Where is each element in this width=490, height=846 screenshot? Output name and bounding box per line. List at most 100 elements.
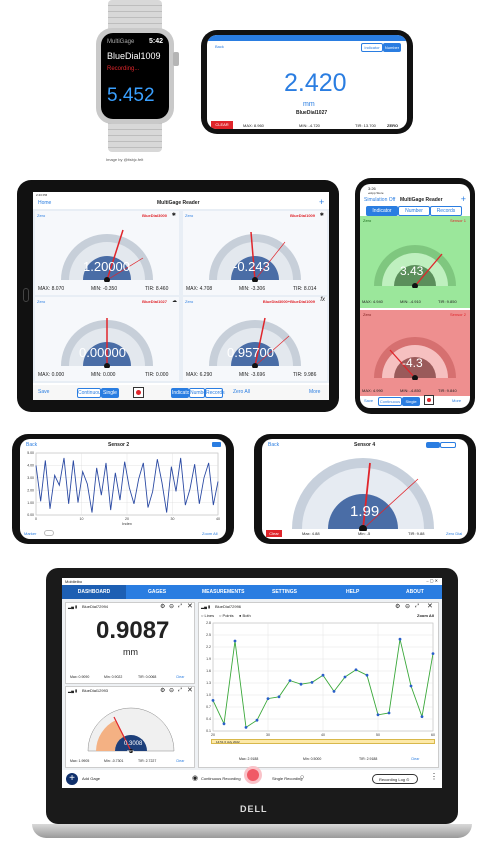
tab-number[interactable]: Number [383,43,401,52]
share-icon[interactable] [212,442,221,447]
add-button[interactable]: + [319,197,324,207]
zero-all-button[interactable]: Zero All [233,389,250,395]
single-button[interactable]: Single [402,397,420,406]
add-gage-label: Add Gage [82,776,101,781]
close-icon[interactable]: ✕ [427,602,433,610]
zero-link[interactable]: Zero [185,213,193,218]
settings-icon[interactable]: ⚙ [395,603,400,610]
time-range-bar[interactable]: 14:51 6 July 2022 [211,739,435,744]
settings-icon[interactable]: ⚙ [160,687,165,694]
radio-both[interactable]: ● Both [239,613,251,618]
window-controls[interactable]: – ▢ ✕ [426,578,438,583]
clear-button[interactable]: Clear [176,759,184,763]
back-link[interactable]: Back [215,44,224,49]
settings-icon[interactable]: ⚙ [160,603,165,610]
radio-points-label: Points [222,613,234,618]
zero-dial-button[interactable]: Zero Dial [446,531,462,536]
tir-readout: TIR: 9.88 [408,531,425,536]
continuous-label: Continuous Recording [201,776,241,781]
zero-icon[interactable]: ⊖ [169,603,174,610]
max-readout: Max: 0.9090 [70,675,90,679]
tir-readout: TIR: 8.460 [145,286,169,292]
nav-dashboard[interactable]: DASHBOARD [62,585,126,599]
close-icon[interactable]: ✕ [187,602,193,610]
tab-indicator[interactable]: Indicator [171,388,191,398]
data-point [244,726,248,729]
phone-chart-screen: Back Sensor 2 0.00 1.00 2.00 3.00 4.00 5.00 0 1… [20,439,226,539]
nav-about[interactable]: ABOUT [406,589,424,595]
continuous-button[interactable]: Continuous [378,397,402,406]
expand-icon[interactable]: ⤢ [178,603,182,609]
expand-icon[interactable]: ⤢ [178,687,182,693]
single-radio[interactable]: ○ [300,774,304,781]
recording-log-button[interactable]: Recording Log ⊙ [372,774,418,784]
nav-settings[interactable]: SETTINGS [272,589,297,595]
x-tick-label: 0 [35,517,37,521]
tab-indicator[interactable] [426,442,440,448]
save-button[interactable]: Save [364,398,373,403]
record-button[interactable] [424,395,434,405]
gage-value: -0.243 [233,259,270,274]
zoom-all-button[interactable]: Zoom All [202,531,218,536]
gage-name: BlueDial3000+BlueDial1009 [262,299,315,304]
tab-number[interactable]: Number [398,206,430,216]
zero-button[interactable]: ZERO [387,123,398,128]
max-readout: Max: 2.9188 [239,757,259,761]
max-readout: Max: 4.88 [302,531,320,536]
clear-button[interactable]: Clear [176,675,184,679]
zero-icon[interactable]: ⊖ [405,603,410,610]
tab-records[interactable]: Records [430,206,462,216]
nav-measurements[interactable]: MEASUREMENTS [202,589,245,595]
cloud-icon: ☁ [172,298,177,304]
home-link[interactable]: Home [38,200,51,206]
tab-indicator[interactable]: Indicator [361,43,383,52]
back-link[interactable]: Back [26,442,37,448]
add-gage-button[interactable]: + [66,773,78,785]
continuous-button[interactable]: Continuous [77,388,103,398]
date-label: 14:51 6 July 2022 [216,740,240,744]
data-point [365,673,369,677]
clear-button[interactable]: Clear [266,530,282,537]
tir-readout: TIR: 2.9188 [359,757,378,761]
tab-indicator[interactable]: Indicator [366,206,398,216]
more-icon[interactable]: ⋮ [430,772,438,781]
zero-link[interactable]: Zero [37,213,45,218]
nav-help[interactable]: HELP [346,589,359,595]
tab-number[interactable] [440,442,456,448]
back-link[interactable]: Back [268,442,279,448]
more-button[interactable]: More [309,389,320,395]
tab-number[interactable]: Number [189,388,208,398]
record-button[interactable] [133,387,144,398]
app-title: MultiGage Reader [400,197,443,203]
marker-toggle[interactable] [44,530,54,536]
gage-unit: mm [303,101,315,108]
zoom-all-button[interactable]: Zoom All [417,613,434,618]
nav-gages[interactable]: GAGES [148,589,166,595]
data-point [233,639,237,643]
single-button[interactable]: Single [101,388,119,398]
zero-link[interactable]: Zero [363,312,371,317]
simulation-toggle[interactable]: Simulation Off [364,197,395,203]
zero-link[interactable]: Zero [363,218,371,223]
clear-button[interactable]: CLEAR [211,121,233,129]
record-button[interactable] [244,766,262,784]
zero-link[interactable]: Zero [37,299,45,304]
continuous-radio[interactable]: ◉ [192,774,198,782]
watch-screen: MultiGage 5:42 BlueDial1009 Recording...… [101,33,169,119]
expand-icon[interactable]: ⤢ [415,603,419,609]
zero-link[interactable]: Zero [185,299,193,304]
zero-icon[interactable]: ⊖ [169,687,174,694]
add-button[interactable]: + [461,194,466,204]
watch-crown[interactable] [173,52,179,66]
app-store-link[interactable]: ◂ App Store [368,191,384,195]
more-button[interactable]: More [452,398,461,403]
save-button[interactable]: Save [38,389,49,395]
clear-button[interactable]: Clear [411,757,419,761]
min-readout: MIN: -4.720 [299,123,320,128]
tab-records[interactable]: Records [205,388,225,398]
close-icon[interactable]: ✕ [187,686,193,694]
x-tick-label: 60 [431,733,435,737]
radio-points[interactable]: ○ Points [219,613,234,618]
radio-lines[interactable]: ○ Lines [201,613,214,618]
tablet-home-button[interactable] [23,288,29,302]
